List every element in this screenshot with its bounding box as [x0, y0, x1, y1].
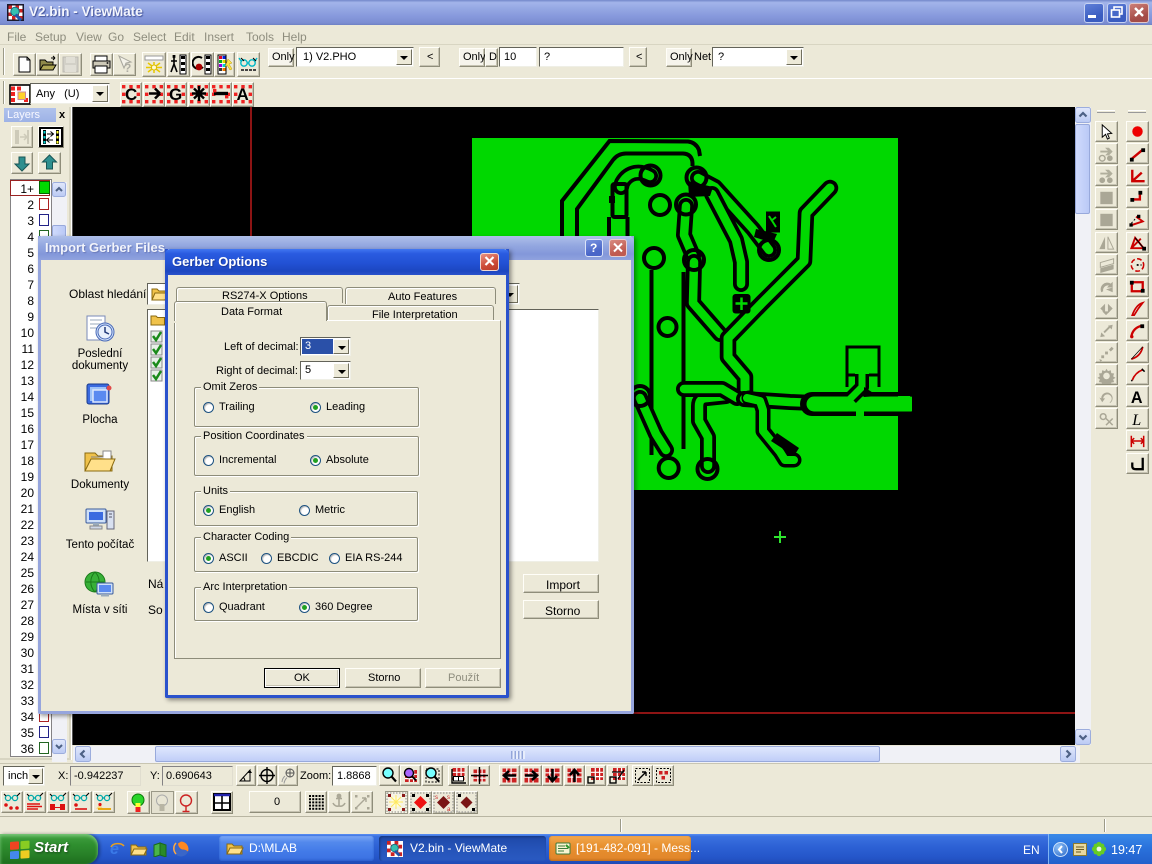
svg-text:A: A [1131, 389, 1143, 406]
svg-text:a: a [447, 807, 451, 813]
svg-text:G: G [169, 85, 182, 104]
svg-text:s: s [435, 795, 438, 801]
svg-text:?: ? [590, 241, 597, 255]
svg-text:L: L [1131, 412, 1141, 428]
svg-text:s: s [447, 795, 450, 801]
svg-text:A: A [237, 85, 249, 104]
svg-text:?: ? [124, 61, 131, 75]
svg-text:C: C [125, 85, 137, 104]
